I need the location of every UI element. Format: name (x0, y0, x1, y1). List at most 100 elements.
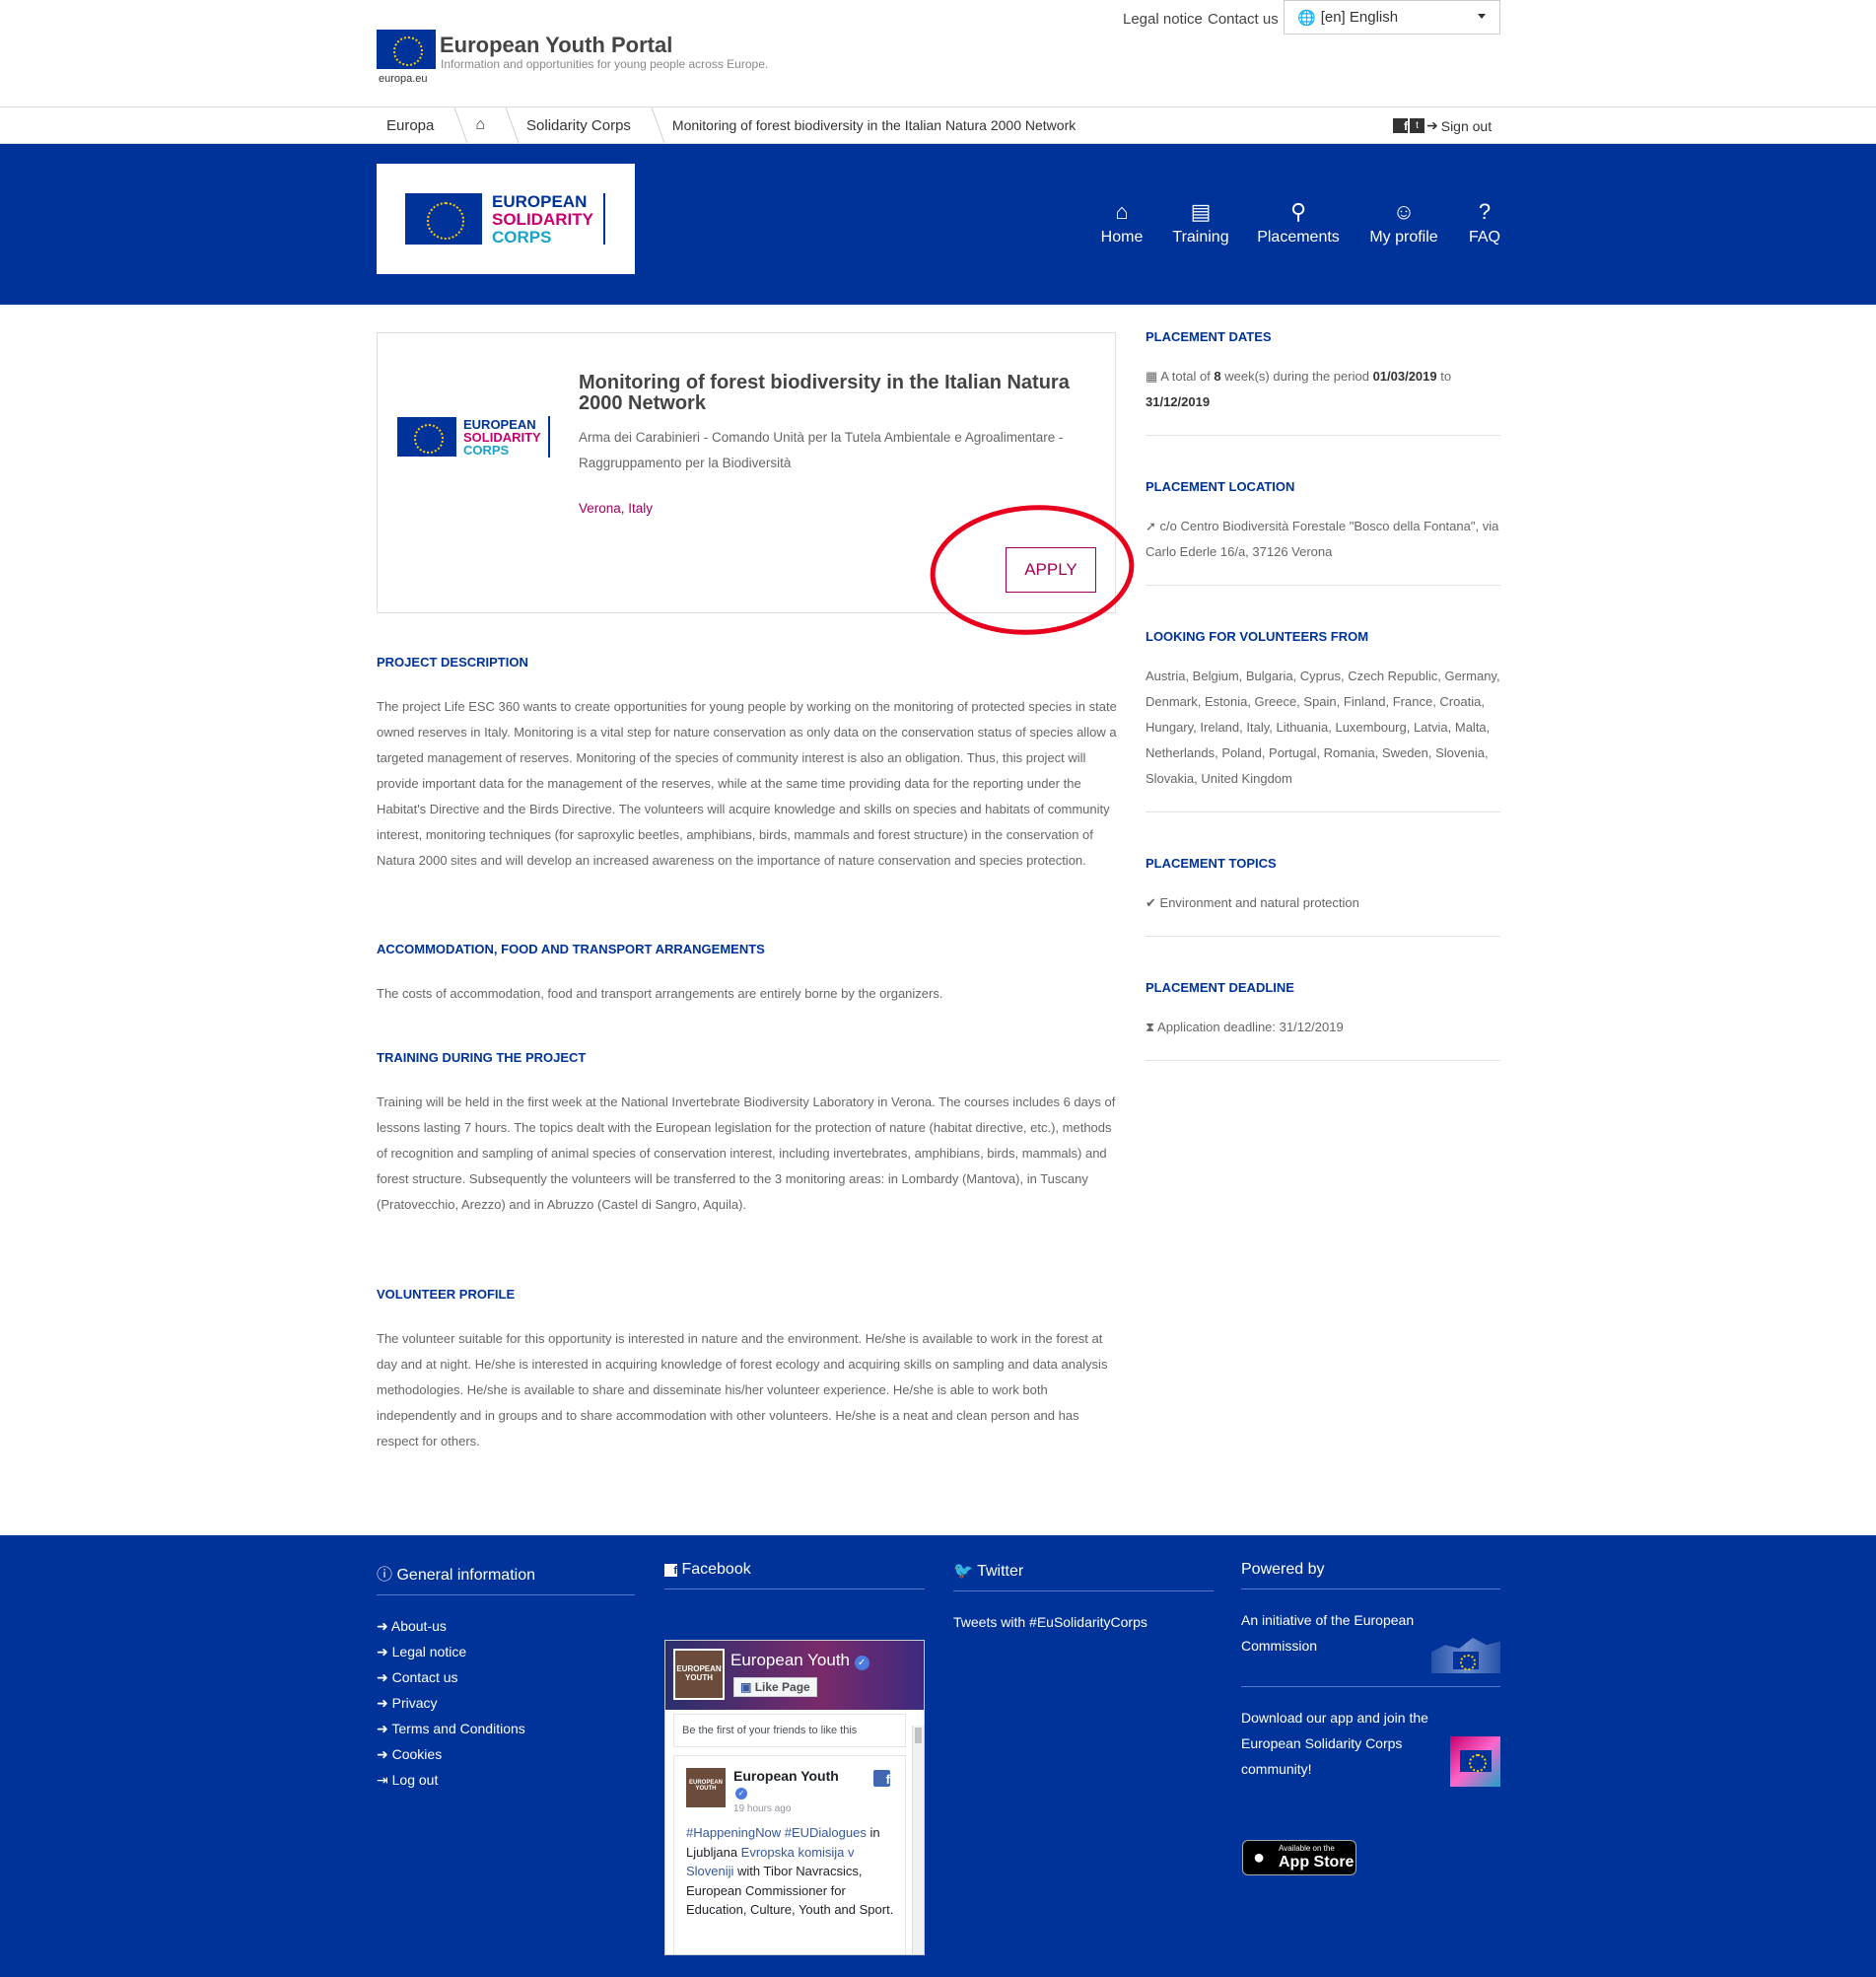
portal-title[interactable]: European Youth Portal (440, 33, 672, 58)
footer-general-heading: ⓘ General information (377, 1561, 635, 1585)
footer-link-legal[interactable]: ➜ Legal notice (377, 1639, 635, 1664)
placement-topic: ✔ Environment and natural protection (1146, 890, 1500, 916)
breadcrumb-separator (634, 107, 665, 143)
map-marker-icon: ⚲ (1289, 199, 1307, 224)
question-circle-icon: ? (1478, 199, 1492, 224)
europa-label[interactable]: europa.eu (379, 73, 428, 85)
fb-post-author[interactable]: European Youth (733, 1768, 839, 1784)
placement-organisation: Arma dei Carabinieri - Comando Unità per… (579, 430, 1064, 470)
breadcrumb-europa[interactable]: Europa (386, 117, 434, 134)
twitter-heading-label: Twitter (977, 1563, 1024, 1580)
home-icon: ⌂ (1115, 199, 1129, 224)
nav-my-profile[interactable]: ☺ My profile (1366, 199, 1441, 247)
logo-line-solidarity: SOLIDARITY (492, 209, 593, 229)
twitter-bird-icon: 🐦 (953, 1563, 973, 1580)
sign-out-link[interactable]: Sign out (1441, 118, 1492, 134)
sign-out-icon[interactable]: ➔ (1426, 117, 1438, 134)
twitter-hashtag-link[interactable]: Tweets with #EuSolidarityCorps (953, 1609, 1214, 1635)
appstore-big-text: App Store (1279, 1854, 1355, 1871)
annotation-ellipse (930, 505, 1135, 635)
hourglass-icon: ⧗ (1146, 1020, 1155, 1034)
link-label: About-us (390, 1618, 447, 1634)
footer-link-terms[interactable]: ➜ Terms and Conditions (377, 1716, 635, 1741)
chevron-circle-icon: ➜ (377, 1618, 388, 1634)
dates-weeks: 8 (1214, 369, 1221, 384)
breadcrumb-separator (488, 107, 520, 143)
facebook-icon[interactable]: f (873, 1770, 890, 1787)
placement-deadline-heading: PLACEMENT DEADLINE (1146, 980, 1294, 995)
placement-dates-heading: PLACEMENT DATES (1146, 329, 1272, 344)
eu-flag-logo[interactable] (377, 30, 436, 69)
fb-post-hashtags[interactable]: #HappeningNow #EUDialogues (686, 1825, 867, 1840)
language-select[interactable]: 🌐 [en] English (1284, 0, 1500, 35)
footer-divider (377, 1594, 635, 1595)
main-navigation-band: EUROPEAN SOLIDARITY CORPS ⌂ Home ▤ Train… (0, 144, 1876, 305)
fb-scrollbar[interactable] (912, 1726, 924, 1954)
logo-divider (603, 193, 605, 245)
app-store-badge[interactable]: ● Available on the App Store (1242, 1840, 1356, 1875)
globe-icon: 🌐 (1297, 9, 1316, 27)
nav-my-profile-label: My profile (1369, 229, 1438, 246)
placement-dates-text: ▦ A total of 8 week(s) during the period… (1146, 364, 1500, 415)
breadcrumb-solidarity-corps[interactable]: Solidarity Corps (526, 117, 631, 134)
nav-placements[interactable]: ⚲ Placements (1254, 199, 1343, 247)
footer-twitter: 🐦 Twitter Tweets with #EuSolidarityCorps (953, 1561, 1214, 1635)
fb-scrollbar-thumb[interactable] (915, 1728, 922, 1743)
chevron-circle-icon: ➜ (377, 1746, 388, 1762)
user-icon: ☺ (1392, 199, 1416, 224)
esc-logo[interactable]: EUROPEAN SOLIDARITY CORPS (377, 164, 635, 274)
link-label: Privacy (391, 1695, 438, 1711)
section-text: The volunteer suitable for this opportun… (377, 1331, 1108, 1448)
appstore-small-text: Available on the (1279, 1844, 1335, 1853)
placement-topics-heading: PLACEMENT TOPICS (1146, 856, 1277, 871)
esc-app-logo[interactable] (1450, 1736, 1500, 1787)
fb-page-name[interactable]: European Youth ✓ (730, 1651, 869, 1670)
sign-out-icon: ⇥ (377, 1772, 388, 1788)
twitter-icon[interactable]: t (1410, 118, 1424, 133)
sidebar-divider (1146, 435, 1500, 436)
facebook-widget[interactable]: EUROPEAN YOUTH European Youth ✓ ▣ Like P… (664, 1640, 925, 1955)
dates-mid: week(s) during the period (1220, 369, 1373, 384)
esc-logo-text: EUROPEAN SOLIDARITY CORPS (492, 193, 593, 247)
dates-pre: A total of (1160, 369, 1215, 384)
topic-label: Environment and natural protection (1159, 895, 1359, 910)
facebook-heading-label: Facebook (681, 1561, 751, 1578)
fb-avatar-text: EUROPEAN YOUTH (676, 1664, 722, 1682)
dates-to: to (1436, 369, 1452, 384)
caret-down-icon (1478, 14, 1486, 19)
chevron-circle-icon: ➜ (377, 1669, 388, 1685)
fb-page-name-label: European Youth (730, 1651, 851, 1669)
calendar-icon: ▦ (1146, 369, 1158, 384)
fb-friends-text: Be the first of your friends to like thi… (682, 1725, 858, 1736)
link-label: Cookies (391, 1746, 443, 1762)
deadline-label: Application deadline: 31/12/2019 (1157, 1020, 1344, 1034)
footer-link-privacy[interactable]: ➜ Privacy (377, 1690, 635, 1716)
section-heading: TRAINING DURING THE PROJECT (377, 1050, 587, 1065)
contact-us-link[interactable]: Contact us (1208, 11, 1279, 28)
footer-facebook: f Facebook EUROPEAN YOUTH European Youth… (664, 1561, 925, 1955)
sidebar-divider (1146, 1060, 1500, 1061)
european-commission-logo[interactable] (1431, 1638, 1500, 1673)
nav-training[interactable]: ▤ Training (1168, 199, 1233, 247)
social-signout: f t ➔ Sign out (1393, 117, 1492, 134)
footer-link-contact[interactable]: ➜ Contact us (377, 1664, 635, 1690)
facebook-icon[interactable]: f (1393, 118, 1408, 133)
app-download-text: Download our app and join the European S… (1241, 1710, 1428, 1777)
fb-friends-box: Be the first of your friends to like thi… (673, 1714, 906, 1747)
footer-link-about[interactable]: ➜ About-us (377, 1613, 635, 1639)
placement-location[interactable]: Verona, Italy (579, 501, 653, 516)
nav-faq-label: FAQ (1468, 229, 1500, 246)
legal-notice-link[interactable]: Legal notice (1123, 11, 1203, 28)
esc-card-logo-text: EUROPEAN SOLIDARITY CORPS (463, 418, 541, 457)
card-logo-corps: CORPS (463, 443, 510, 458)
footer-link-logout[interactable]: ⇥ Log out (377, 1767, 635, 1793)
info-circle-icon: ⓘ (377, 1567, 393, 1584)
verified-badge-icon: ✓ (735, 1788, 747, 1800)
footer-link-cookies[interactable]: ➜ Cookies (377, 1741, 635, 1767)
nav-home[interactable]: ⌂ Home (1094, 199, 1149, 247)
section-heading: VOLUNTEER PROFILE (377, 1287, 516, 1302)
nav-faq[interactable]: ? FAQ (1465, 199, 1504, 247)
fb-like-button[interactable]: ▣ Like Page (733, 1677, 817, 1697)
nav-home-label: Home (1100, 229, 1144, 246)
home-icon[interactable]: ⌂ (475, 116, 485, 134)
